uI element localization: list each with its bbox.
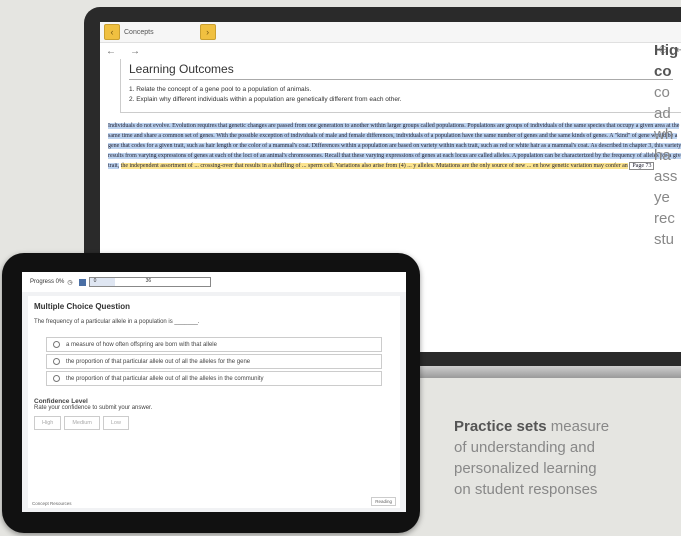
confidence-subtitle: Rate your confidence to submit your answ… (34, 405, 153, 411)
reading-button[interactable]: Reading (371, 497, 396, 506)
side-caption-line: ha (654, 147, 671, 164)
side-caption: Hig co co ad wh ha ass ye rec stu (654, 40, 678, 250)
caption-line: of understanding and (454, 439, 595, 456)
side-caption-line: co (654, 84, 670, 101)
question-card: Multiple Choice Question The frequency o… (28, 296, 400, 508)
progress-marker-icon (78, 278, 86, 286)
concept-resources-link[interactable]: Concept Resources (32, 501, 72, 506)
side-caption-line: co (654, 63, 672, 80)
side-caption-line: ye (654, 189, 670, 206)
page-reference: Page 73 (629, 162, 655, 170)
reader-toolbar: ‹ Concepts › (100, 22, 681, 43)
confidence-section: Confidence Level Rate your confidence to… (34, 398, 394, 430)
option-label: the proportion of that particular allele… (66, 358, 251, 365)
next-button[interactable]: › (199, 24, 216, 40)
progress-total: 36 (145, 278, 152, 284)
answer-option[interactable]: the proportion of that particular allele… (46, 371, 382, 386)
question-text: The frequency of a particular allele in … (34, 319, 200, 325)
outcome-item: 1. Relate the concept of a gene pool to … (129, 86, 312, 93)
option-label: the proportion of that particular allele… (66, 375, 264, 382)
progress-bar: 0 36 (88, 277, 211, 287)
medium-button[interactable]: Medium (64, 416, 100, 430)
side-caption-line: rec (654, 210, 675, 227)
learning-outcomes-title: Learning Outcomes (129, 62, 673, 80)
option-label: a measure of how often offspring are bor… (66, 341, 217, 348)
caption-bold: Practice sets (454, 418, 547, 435)
radio-icon[interactable] (53, 358, 60, 365)
concepts-tab[interactable]: Concepts (124, 29, 154, 36)
caption-line: personalized learning (454, 460, 597, 477)
high-button[interactable]: High (34, 416, 62, 430)
caption-line: on student responses (454, 481, 598, 498)
progress-header: Progress 0% ◷ 0 36 (22, 272, 406, 292)
side-caption-line: wh (654, 126, 674, 143)
radio-icon[interactable] (53, 341, 60, 348)
side-caption-line: Hig (654, 42, 679, 59)
progress-label: Progress 0% (30, 279, 65, 285)
bottom-caption: Practice sets measure of understanding a… (454, 416, 609, 500)
highlighted-passage-yellow[interactable]: the independent assortment of ... crossi… (120, 163, 628, 169)
tablet-screen: Progress 0% ◷ 0 36 Multiple Choice Quest… (22, 272, 406, 512)
confidence-title: Confidence Level (34, 398, 88, 405)
reading-text: Individuals do not evolve. Evolution req… (108, 121, 681, 171)
low-button[interactable]: Low (102, 416, 129, 430)
side-caption-line: ad (654, 105, 671, 122)
learning-outcomes-box: Learning Outcomes 1. Relate the concept … (120, 59, 681, 113)
side-caption-line: stu (654, 231, 675, 248)
clock-icon: ◷ (67, 279, 73, 286)
prev-button[interactable]: ‹ (104, 24, 120, 40)
reader-nav: ← → ⚇↩ (100, 43, 681, 59)
forward-arrow-icon[interactable]: → (130, 46, 140, 57)
question-heading: Multiple Choice Question (34, 302, 131, 311)
answer-option[interactable]: a measure of how often offspring are bor… (46, 337, 382, 352)
outcome-item: 2. Explain why different individuals wit… (129, 96, 402, 103)
progress-num: 0 (93, 278, 97, 284)
side-caption-line: ass (654, 168, 678, 185)
radio-icon[interactable] (53, 375, 60, 382)
caption-rest: measure (546, 418, 610, 435)
answer-option[interactable]: the proportion of that particular allele… (46, 354, 382, 369)
back-arrow-icon[interactable]: ← (106, 46, 116, 57)
